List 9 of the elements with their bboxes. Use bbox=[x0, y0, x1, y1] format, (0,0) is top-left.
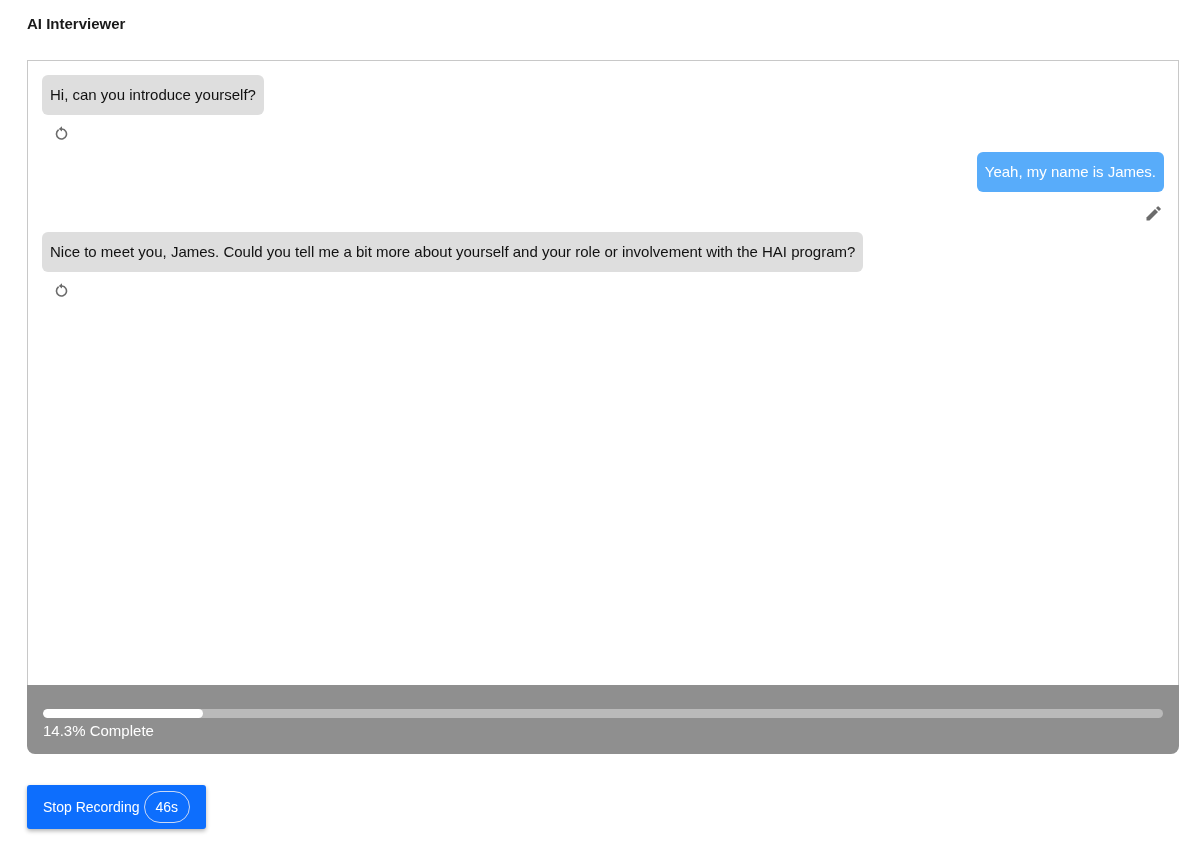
progress-label: 14.3% Complete bbox=[43, 722, 154, 740]
refresh-icon[interactable] bbox=[55, 125, 69, 140]
stop-recording-button[interactable]: Stop Recording 46s bbox=[27, 785, 207, 829]
user-message-bubble: Yeah, my name is James. bbox=[976, 152, 1164, 192]
assistant-message-bubble: Nice to meet you, James. Could you tell me a bit more about yourself and your role or involvement with the HAI program? bbox=[42, 232, 864, 272]
refresh-icon[interactable] bbox=[55, 282, 69, 297]
assistant-message-bubble: Hi, can you introduce yourself? bbox=[42, 75, 264, 115]
page-title: AI Interviewer bbox=[27, 14, 126, 34]
pencil-icon[interactable] bbox=[1146, 206, 1161, 221]
